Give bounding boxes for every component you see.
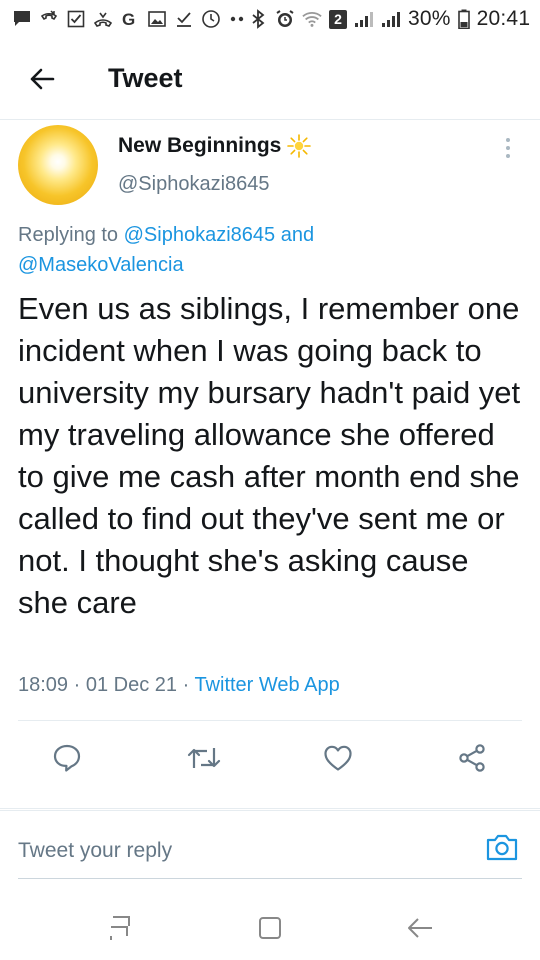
home-icon [259,917,281,939]
tweet-time: 18:09 [18,674,69,696]
retweet-button[interactable] [184,738,224,778]
status-bar-system: 2 30% 20:41 [248,7,530,31]
sync-icon [201,9,221,29]
replying-and-label: and [275,224,315,246]
app-header: Tweet [0,38,540,120]
replying-to-label: Replying to [18,224,124,246]
recent-apps-button[interactable] [100,908,140,948]
author-name: New Beginnings [118,134,282,157]
share-button[interactable] [452,738,492,778]
reply-input[interactable]: Tweet your reply [18,831,458,871]
wifi-icon [302,9,322,29]
back-button[interactable] [0,38,84,120]
chat-bubble-icon [12,9,32,29]
home-button[interactable] [250,908,290,948]
battery-percent: 30% [408,7,451,30]
checkbox-icon [66,9,86,29]
sim-2-label: 2 [329,9,347,29]
reply-composer: Tweet your reply [0,810,540,880]
camera-button[interactable] [484,829,520,865]
tweet-source-link[interactable]: Twitter Web App [194,674,339,696]
avatar[interactable] [18,125,98,205]
reply-button[interactable] [47,738,87,778]
tweet-text: Even us as siblings, I remember one inci… [18,291,521,620]
camera-icon [486,834,518,861]
status-bar: G 2 30% 20:41 [0,0,540,38]
tweet-actions [0,738,540,782]
page-title: Tweet [108,63,183,93]
missed-call-icon [39,9,59,29]
divider [0,808,540,809]
mention-link-2[interactable]: @MasekoValencia [18,254,184,276]
meta-separator-2: · [177,674,195,696]
system-nav-bar [0,890,540,960]
recent-apps-icon [110,916,130,940]
missed-call-icon-2 [93,9,113,29]
download-done-icon [174,9,194,29]
retweet-icon [187,748,221,768]
bluetooth-icon [248,9,268,29]
more-options-button[interactable] [496,134,520,162]
signal-2-icon [381,9,401,29]
divider [18,720,522,721]
reply-icon [53,744,81,772]
arrow-left-icon [30,68,55,89]
signal-1-icon [354,9,374,29]
author-handle[interactable]: @Siphokazi8645 [118,173,270,196]
author-row: New Beginnings @Siphokazi8645 [0,120,540,212]
share-icon [459,744,485,772]
google-icon: G [120,9,140,29]
status-bar-notifications: G [12,9,248,29]
tweet-meta: 18:09 · 01 Dec 21 · Twitter Web App [18,674,340,697]
back-nav-icon [408,918,432,938]
sim-2-badge: 2 [329,9,347,29]
author-name-group[interactable]: New Beginnings [118,134,312,158]
heart-icon [324,745,352,771]
mention-link-1[interactable]: @Siphokazi8645 [124,224,276,246]
reply-input-underline [18,878,522,879]
back-nav-button[interactable] [400,908,440,948]
tweet-date: 01 Dec 21 [85,674,178,696]
tweet-detail: New Beginnings @Siphokazi8645 Replying t… [0,120,540,809]
more-notifications-icon [228,9,248,29]
sun-emoji-icon [287,134,312,158]
like-button[interactable] [318,738,358,778]
svg-text:G: G [122,10,135,28]
alarm-icon [275,9,295,29]
meta-separator-1: · [68,674,86,696]
replying-to: Replying to @Siphokazi8645 and @MasekoVa… [18,220,518,280]
status-time: 20:41 [476,7,531,30]
battery-icon [457,9,470,29]
vertical-dots-icon [506,138,510,158]
gallery-icon [147,9,167,29]
